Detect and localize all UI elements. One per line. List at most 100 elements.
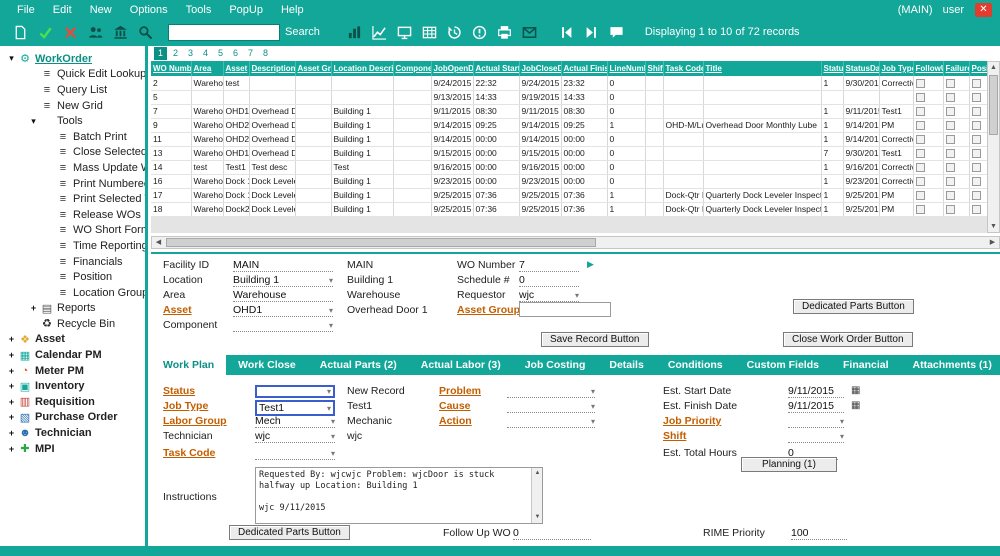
position-checkbox[interactable] bbox=[971, 121, 981, 131]
table-row-wo-5[interactable]: 5 9/13/2015 14:33 9/19/2015 14:33 0 bbox=[151, 90, 987, 105]
sidebar-item-inventory[interactable]: + ▣ Inventory bbox=[0, 378, 145, 394]
col-header-position[interactable]: Position bbox=[969, 61, 987, 76]
confirm-icon[interactable] bbox=[34, 22, 57, 43]
cell-component[interactable] bbox=[393, 76, 432, 91]
cell-area[interactable] bbox=[191, 90, 224, 105]
col-header-task-code[interactable]: Task Code bbox=[663, 61, 704, 76]
cell-area[interactable]: Warehouse bbox=[191, 202, 224, 217]
cell-job-type[interactable]: Corrective bbox=[879, 76, 914, 91]
cell-component[interactable] bbox=[393, 160, 432, 175]
cell-title[interactable]: Quarterly Dock Leveler Inspection bbox=[703, 202, 822, 217]
scroll-right-icon[interactable]: ▶ bbox=[986, 237, 999, 248]
requestor-dropdown[interactable]: wjc ▾ bbox=[519, 289, 579, 302]
cell-shift[interactable] bbox=[645, 118, 664, 133]
asset-dropdown[interactable]: OHD1 ▾ bbox=[233, 304, 333, 317]
cell-asset[interactable]: OHD1 bbox=[223, 104, 250, 119]
cell-task-code[interactable]: OHD-M/Lube bbox=[663, 118, 704, 133]
cell-jobopendate[interactable]: 9/13/2015 bbox=[431, 90, 474, 105]
cell-task-code[interactable] bbox=[663, 90, 704, 105]
cell-location-description[interactable] bbox=[331, 90, 394, 105]
cell-area[interactable]: Warehouse bbox=[191, 118, 224, 133]
cell-component[interactable] bbox=[393, 146, 432, 161]
cell-asset-group[interactable] bbox=[295, 146, 332, 161]
sidebar-item-release-wos[interactable]: ≡ Release WOs bbox=[0, 207, 145, 223]
cell-jobclosedate[interactable]: 9/11/2015 bbox=[519, 104, 562, 119]
cell-area[interactable]: Warehouse bbox=[191, 104, 224, 119]
table-row-wo-17[interactable]: 17WarehouseDock 1Dock Leveler 1 Building … bbox=[151, 188, 987, 203]
dedicated-parts-button[interactable]: Dedicated Parts Button bbox=[793, 299, 914, 314]
cell-title[interactable] bbox=[703, 146, 822, 161]
cell-task-code[interactable]: Dock-Qtr Ins bbox=[663, 188, 704, 203]
labor-group-label[interactable]: Labor Group bbox=[163, 415, 227, 427]
cell-asset-group[interactable] bbox=[295, 132, 332, 147]
cell-component[interactable] bbox=[393, 104, 432, 119]
est-finish-date-field[interactable]: 9/11/2015 bbox=[788, 400, 844, 413]
cell-statusdate[interactable]: 9/16/2015 bbox=[843, 160, 880, 175]
cell-asset-group[interactable] bbox=[295, 188, 332, 203]
search-icon[interactable] bbox=[134, 22, 157, 43]
sidebar-item-position[interactable]: ≡ Position bbox=[0, 269, 145, 285]
dedicated-parts-button-2[interactable]: Dedicated Parts Button bbox=[229, 525, 350, 540]
tab-work-close[interactable]: Work Close bbox=[226, 355, 308, 375]
col-header-asset[interactable]: Asset bbox=[223, 61, 250, 76]
cell-title[interactable] bbox=[703, 174, 822, 189]
cell-shift[interactable] bbox=[645, 76, 664, 91]
search-input[interactable] bbox=[168, 23, 280, 41]
calendar-icon[interactable]: ▦ bbox=[851, 400, 860, 411]
cell-actual-start-time[interactable]: 00:00 bbox=[473, 160, 520, 175]
col-header-jobclosedate[interactable]: JobCloseDate bbox=[519, 61, 562, 76]
monitor-icon[interactable] bbox=[393, 22, 416, 43]
page-3[interactable]: 3 bbox=[184, 47, 197, 60]
job-type-label[interactable]: Job Type bbox=[163, 400, 208, 412]
cell-jobclosedate[interactable]: 9/16/2015 bbox=[519, 160, 562, 175]
expand-plus-icon[interactable]: + bbox=[6, 334, 17, 344]
cell-asset[interactable] bbox=[223, 90, 250, 105]
cell-component[interactable] bbox=[393, 132, 432, 147]
cell-title[interactable] bbox=[703, 160, 822, 175]
cell-area[interactable]: Warehouse bbox=[191, 174, 224, 189]
cell-statusdate[interactable]: 9/25/2015 bbox=[843, 202, 880, 217]
cell-component[interactable] bbox=[393, 188, 432, 203]
tab-conditions[interactable]: Conditions bbox=[656, 355, 735, 375]
cell-task-code[interactable] bbox=[663, 146, 704, 161]
history-icon[interactable] bbox=[443, 22, 466, 43]
expand-plus-icon[interactable]: + bbox=[6, 428, 17, 438]
location-dropdown[interactable]: Building 1 ▾ bbox=[233, 274, 333, 287]
cell-asset-group[interactable] bbox=[295, 160, 332, 175]
cell-actual-finish-time[interactable]: 00:00 bbox=[561, 160, 608, 175]
table-row-wo-13[interactable]: 13WarehouseOHD1Overhead Door 1 Building 1… bbox=[151, 146, 987, 161]
job-type-dropdown[interactable]: Test1 ▾ bbox=[255, 400, 335, 416]
cell-actual-finish-time[interactable]: 00:00 bbox=[561, 146, 608, 161]
est-start-date-field[interactable]: 9/11/2015 bbox=[788, 385, 844, 398]
cell-actual-finish-time[interactable]: 23:32 bbox=[561, 76, 608, 91]
cell-asset[interactable]: Test1 bbox=[223, 160, 250, 175]
page-7[interactable]: 7 bbox=[244, 47, 257, 60]
delete-icon[interactable] bbox=[59, 22, 82, 43]
cell-job-type[interactable]: PM bbox=[879, 118, 914, 133]
sidebar-item-new-grid[interactable]: ≡ New Grid bbox=[0, 98, 145, 114]
cell-status[interactable]: 1 bbox=[821, 188, 844, 203]
col-header-actual-finish-time[interactable]: Actual Finish Time bbox=[561, 61, 608, 76]
position-checkbox[interactable] bbox=[971, 107, 981, 117]
cell-jobclosedate[interactable]: 9/25/2015 bbox=[519, 188, 562, 203]
cell-asset-group[interactable] bbox=[295, 104, 332, 119]
cell-task-code[interactable] bbox=[663, 104, 704, 119]
cell-actual-start-time[interactable]: 00:00 bbox=[473, 174, 520, 189]
cell-location-description[interactable]: Test bbox=[331, 160, 394, 175]
cell-description[interactable]: Dock Leveler 1 bbox=[249, 174, 296, 189]
planning-button[interactable]: Planning (1) bbox=[741, 457, 837, 472]
cell-asset[interactable]: Dock 1 bbox=[223, 174, 250, 189]
cell-title[interactable] bbox=[703, 76, 822, 91]
position-checkbox[interactable] bbox=[971, 205, 981, 215]
tab-attachments-1[interactable]: Attachments (1) bbox=[901, 355, 1000, 375]
cell-wo-number[interactable]: 14 bbox=[151, 160, 192, 175]
scroll-thumb[interactable] bbox=[989, 75, 998, 135]
position-checkbox[interactable] bbox=[971, 191, 981, 201]
cell-task-code[interactable] bbox=[663, 132, 704, 147]
cell-jobopendate[interactable]: 9/24/2015 bbox=[431, 76, 474, 91]
sidebar-item-print-numbered-wo[interactable]: ≡ Print Numbered WO bbox=[0, 176, 145, 192]
failure-checkbox[interactable] bbox=[945, 163, 955, 173]
expand-plus-icon[interactable]: + bbox=[6, 366, 17, 376]
job-priority-dropdown[interactable]: ▾ bbox=[788, 415, 844, 428]
cell-area[interactable]: test bbox=[191, 160, 224, 175]
